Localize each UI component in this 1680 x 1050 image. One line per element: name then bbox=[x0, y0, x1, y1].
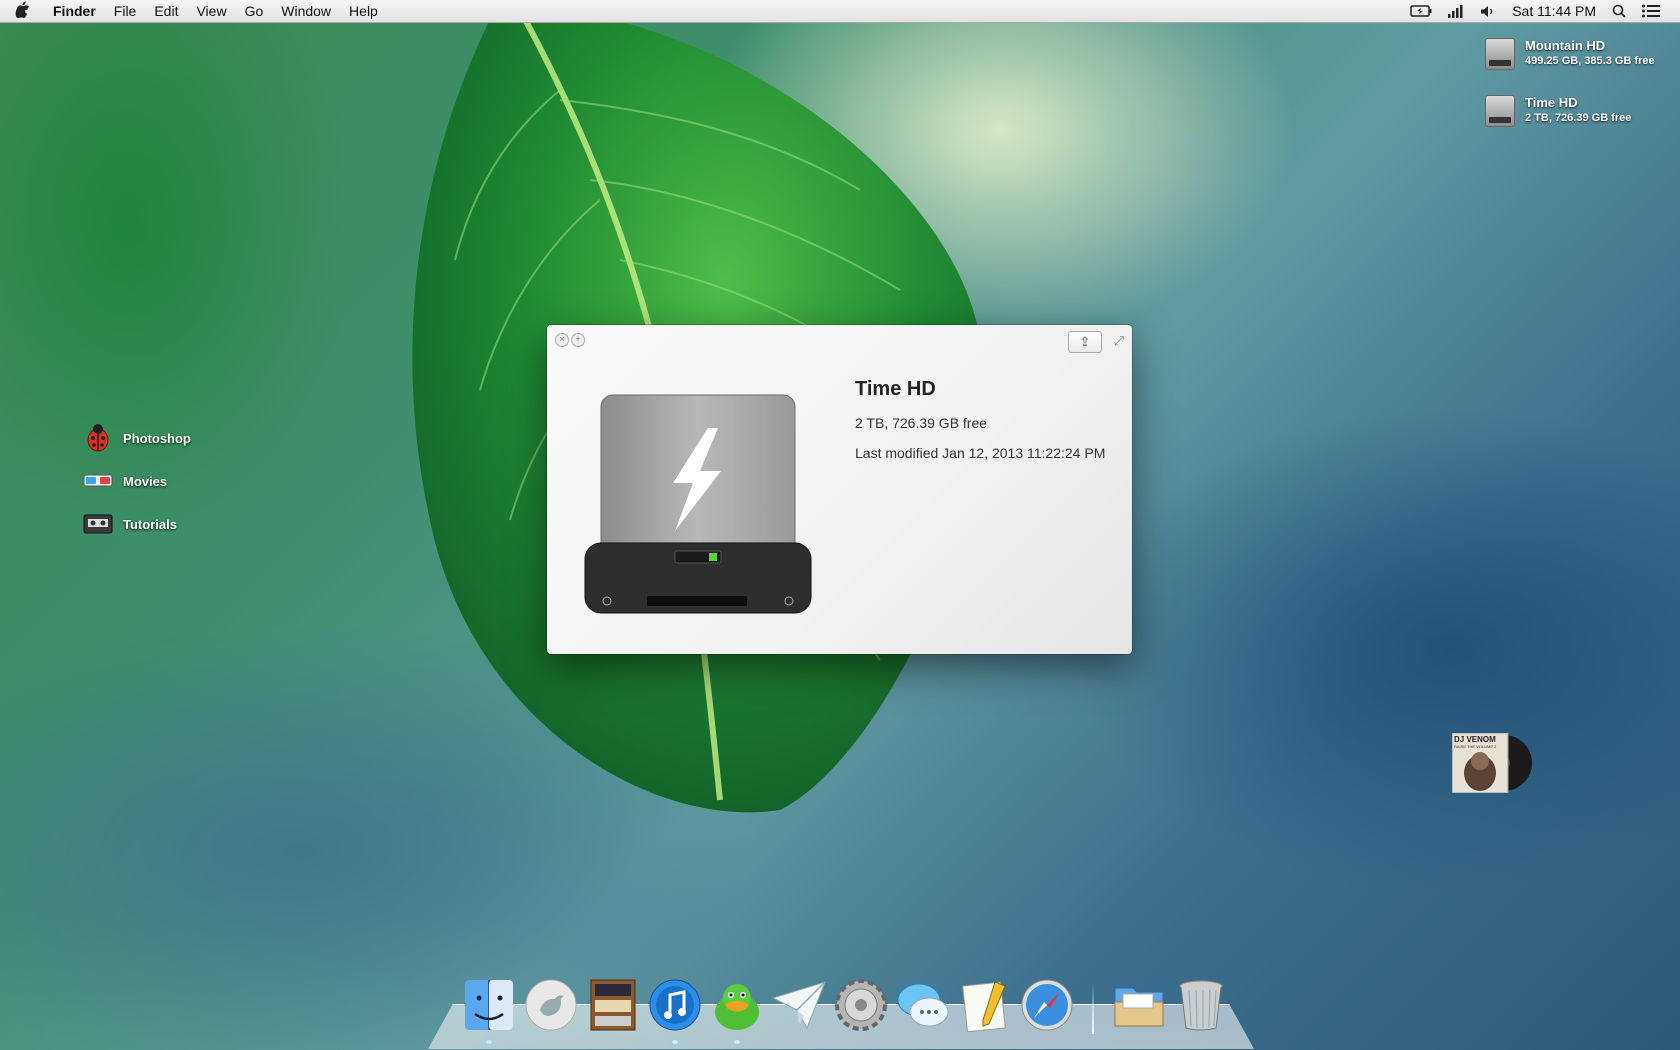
itunes-icon[interactable] bbox=[646, 976, 704, 1044]
notification-center-icon[interactable] bbox=[1634, 4, 1668, 18]
desktop-drive-time-hd[interactable]: Time HD 2 TB, 726.39 GB free bbox=[1485, 95, 1631, 127]
menu-edit[interactable]: Edit bbox=[145, 3, 187, 19]
desktop-item-photoshop[interactable]: Photoshop bbox=[83, 424, 191, 452]
battery-icon[interactable] bbox=[1402, 5, 1440, 17]
menu-file[interactable]: File bbox=[105, 3, 146, 19]
system-preferences-icon[interactable] bbox=[832, 976, 890, 1034]
quicklook-size: 2 TB, 726.39 GB free bbox=[855, 415, 988, 431]
dock bbox=[458, 972, 1232, 1044]
album-subtitle-text: RAISE THE VOLUME 2 bbox=[1454, 744, 1497, 749]
spotlight-icon[interactable] bbox=[1604, 4, 1634, 18]
running-indicator bbox=[672, 1040, 678, 1044]
close-button[interactable]: × bbox=[555, 333, 569, 347]
adium-duck-icon[interactable] bbox=[708, 976, 766, 1044]
desktop-item-tutorials[interactable]: Tutorials bbox=[83, 511, 177, 537]
menu-app-name[interactable]: Finder bbox=[44, 3, 105, 19]
finder-icon[interactable] bbox=[460, 976, 518, 1044]
menu-view[interactable]: View bbox=[187, 3, 235, 19]
fullscreen-plus-button[interactable]: + bbox=[571, 333, 585, 347]
clock[interactable]: Sat 11:44 PM bbox=[1504, 3, 1604, 19]
menu-bar: Finder File Edit View Go Window Help Sat… bbox=[0, 0, 1680, 23]
expand-icon[interactable]: ⤢ bbox=[1114, 333, 1124, 349]
tape-icon bbox=[83, 511, 113, 537]
album-title-text: DJ VENOM bbox=[1454, 735, 1496, 744]
quicklook-modified: Last modified Jan 12, 2013 11:22:24 PM bbox=[855, 445, 1106, 461]
hard-drive-icon bbox=[1485, 38, 1515, 70]
volume-icon[interactable] bbox=[1472, 5, 1504, 18]
3d-glasses-icon bbox=[83, 468, 113, 494]
thunderbolt-drive-icon bbox=[1485, 95, 1515, 127]
wifi-signal-icon[interactable] bbox=[1440, 4, 1472, 18]
thunderbolt-drive-icon bbox=[584, 394, 812, 614]
mail-paper-plane-icon[interactable] bbox=[770, 976, 828, 1034]
drive-info: 2 TB, 726.39 GB free bbox=[1525, 112, 1632, 124]
quicklook-window: × + ⇪ ⤢ Time HD 2 TB, 726.39 GB free Las… bbox=[547, 325, 1132, 654]
quicklook-title: Time HD bbox=[855, 378, 936, 400]
drive-name: Mountain HD bbox=[1525, 38, 1606, 53]
textedit-icon[interactable] bbox=[956, 976, 1014, 1034]
documents-folder-icon[interactable] bbox=[1110, 976, 1168, 1034]
running-indicator bbox=[734, 1040, 740, 1044]
messages-icon[interactable] bbox=[894, 976, 952, 1034]
bookshelf-icon[interactable] bbox=[584, 976, 642, 1034]
menu-window[interactable]: Window bbox=[272, 3, 340, 19]
dock-separator bbox=[1092, 984, 1094, 1034]
twitter-icon[interactable] bbox=[522, 976, 580, 1034]
trash-icon[interactable] bbox=[1172, 976, 1230, 1034]
drive-name: Time HD bbox=[1525, 95, 1578, 110]
share-icon: ⇪ bbox=[1079, 334, 1091, 349]
menu-help[interactable]: Help bbox=[340, 3, 387, 19]
desktop-item-label: Photoshop bbox=[123, 430, 191, 446]
safari-icon[interactable] bbox=[1018, 976, 1076, 1034]
share-button[interactable]: ⇪ bbox=[1068, 331, 1102, 353]
desktop-album-file[interactable]: DJ VENOM RAISE THE VOLUME 2 bbox=[1451, 732, 1534, 794]
apple-menu-icon[interactable] bbox=[0, 0, 44, 22]
desktop-item-label: Tutorials bbox=[123, 516, 177, 532]
desktop-drive-mountain-hd[interactable]: Mountain HD 499.25 GB, 385.3 GB free bbox=[1485, 38, 1655, 70]
desktop-item-movies[interactable]: Movies bbox=[83, 468, 167, 494]
ladybug-icon bbox=[83, 424, 113, 452]
drive-info: 499.25 GB, 385.3 GB free bbox=[1525, 55, 1655, 67]
desktop-item-label: Movies bbox=[123, 473, 168, 489]
running-indicator bbox=[486, 1040, 492, 1044]
menu-go[interactable]: Go bbox=[236, 3, 273, 19]
